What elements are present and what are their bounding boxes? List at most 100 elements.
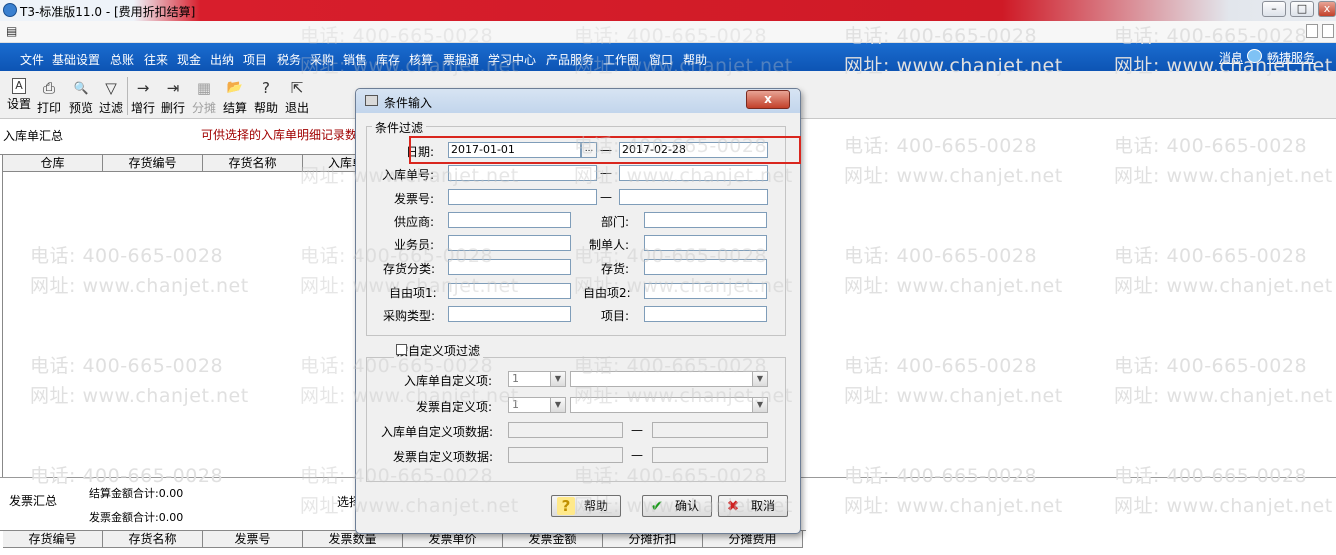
inbound-custom-data-label: 入库单自定义项数据: [381,425,494,439]
watermark-site: 网址: www.chanjet.net [844,55,1063,77]
watermark-site: 网址: www.chanjet.net [574,495,793,517]
close-button[interactable]: x [1318,1,1336,17]
add-row-icon: → [136,79,150,97]
watermark-site: 网址: www.chanjet.net [300,165,519,187]
exit-icon: ⇱ [290,79,304,97]
folder-open-icon: 📂 [226,80,244,95]
preview-icon: 🔍 [73,81,89,95]
watermark-site: 网址: www.chanjet.net [1114,495,1333,517]
watermark-phone: 电话: 400-665-0028 [844,245,1038,267]
invoice-col-code[interactable]: 存货编号 [3,531,103,548]
dept-input[interactable] [644,212,767,228]
filter-group-label: 条件过滤 [372,119,427,136]
watermark-phone: 电话: 400-665-0028 [30,355,224,377]
menu-item-ledger[interactable]: 总账 [110,51,134,68]
settings-icon: A [12,78,26,94]
watermark-site: 网址: www.chanjet.net [1114,55,1333,77]
inbound-col-warehouse[interactable]: 仓库 [3,155,103,172]
watermark-phone: 电话: 400-665-0028 [300,465,494,487]
toolbar-allocate-button[interactable]: ▦ 分摊 [189,75,219,117]
invoice-col-number[interactable]: 发票号 [203,531,303,548]
printer-icon: ⎙ [42,79,55,97]
chevron-down-icon: ▼ [550,398,565,412]
watermark-phone: 电话: 400-665-0028 [844,25,1038,47]
minimize-button[interactable]: – [1262,1,1286,17]
watermark-site: 网址: www.chanjet.net [300,495,519,517]
invoice-no-from-input[interactable] [448,189,597,205]
watermark-phone: 电话: 400-665-0028 [30,465,224,487]
watermark-phone: 电话: 400-665-0028 [1114,135,1308,157]
watermark-phone: 电话: 400-665-0028 [574,465,768,487]
menu-item-project[interactable]: 项目 [243,51,267,68]
purchase-type-label: 采购类型: [383,309,436,323]
allocate-icon: ▦ [196,79,212,97]
dialog-titlebar[interactable]: 条件输入 x [356,89,800,113]
help-icon: ? [557,497,575,515]
watermark-site: 网址: www.chanjet.net [1114,275,1333,297]
project-label: 项目: [601,309,630,323]
watermark-phone: 电话: 400-665-0028 [844,355,1038,377]
watermark-site: 网址: www.chanjet.net [30,385,249,407]
maximize-button[interactable]: □ [1290,1,1314,17]
watermark-phone: 电话: 400-665-0028 [844,135,1038,157]
mdi-close-button[interactable] [1322,24,1334,38]
dialog-close-button[interactable]: x [746,90,790,109]
watermark-phone: 电话: 400-665-0028 [574,135,768,157]
app-icon [3,3,17,17]
invoice-col-name[interactable]: 存货名称 [103,531,203,548]
watermark-site: 网址: www.chanjet.net [844,385,1063,407]
inbound-section-label: 入库单汇总 [3,129,64,143]
watermark-phone: 电话: 400-665-0028 [1114,245,1308,267]
watermark-phone: 电话: 400-665-0028 [1114,465,1308,487]
mdi-restore-button[interactable] [1306,24,1318,38]
watermark-phone: 电话: 400-665-0028 [844,465,1038,487]
watermark-phone: 电话: 400-665-0028 [574,25,768,47]
menu-item-basic-settings[interactable]: 基础设置 [52,51,100,68]
watermark-site: 网址: www.chanjet.net [300,275,519,297]
project-input[interactable] [644,306,767,322]
watermark-phone: 电话: 400-665-0028 [300,245,494,267]
toolbar-delete-row-button[interactable]: ⇥ 删行 [158,75,188,117]
mdi-doc-icon[interactable]: ▤ [6,24,17,38]
watermark-site: 网址: www.chanjet.net [300,55,519,77]
watermark-site: 网址: www.chanjet.net [844,275,1063,297]
watermark-site: 网址: www.chanjet.net [300,385,519,407]
dialog-title: 条件输入 [384,96,433,110]
invoice-custom-data-dash: — [631,448,643,462]
watermark-site: 网址: www.chanjet.net [844,165,1063,187]
toolbar-print-button[interactable]: ⎙ 打印 [34,75,64,117]
inbound-grid-left [2,155,3,477]
delete-row-icon: ⇥ [166,79,180,97]
supplier-input[interactable] [448,212,571,228]
supplier-label: 供应商: [394,215,435,229]
menu-item-file[interactable]: 文件 [20,51,44,68]
watermark-site: 网址: www.chanjet.net [574,275,793,297]
watermark-phone: 电话: 400-665-0028 [574,245,768,267]
toolbar-help-button[interactable]: ? 帮助 [251,75,281,117]
watermark-phone: 电话: 400-665-0028 [1114,355,1308,377]
chevron-down-icon: ▼ [550,372,565,386]
watermark-phone: 电话: 400-665-0028 [300,355,494,377]
dialog-icon [365,95,378,106]
watermark-site: 网址: www.chanjet.net [574,165,793,187]
menu-item-tax[interactable]: 税务 [277,51,301,68]
toolbar-filter-button[interactable]: ▽ 过滤 [96,75,126,117]
watermark-site: 网址: www.chanjet.net [1114,385,1333,407]
inbound-col-code[interactable]: 存货编号 [103,155,203,172]
invoice-no-dash: — [600,190,612,204]
toolbar-exit-button[interactable]: ⇱ 退出 [282,75,312,117]
invoice-no-to-input[interactable] [619,189,768,205]
purchase-type-input[interactable] [448,306,571,322]
invoice-total: 发票金额合计:0.00 [89,511,184,524]
watermark-phone: 电话: 400-665-0028 [30,245,224,267]
toolbar-settle-button[interactable]: 📂 结算 [220,75,250,117]
window-title: T3-标准版11.0 - [费用折扣结算] [20,5,196,19]
watermark-phone: 电话: 400-665-0028 [1114,25,1308,47]
menu-item-cashier[interactable]: 出纳 [210,51,234,68]
menu-item-ar-ap[interactable]: 往来 [144,51,168,68]
inbound-col-name[interactable]: 存货名称 [203,155,303,172]
inbound-custom-data-to[interactable] [652,422,768,438]
inbound-custom-data-from[interactable] [508,422,623,438]
menu-item-cash[interactable]: 现金 [177,51,201,68]
window-titlebar: T3-标准版11.0 - [费用折扣结算] – □ x [0,0,1336,21]
